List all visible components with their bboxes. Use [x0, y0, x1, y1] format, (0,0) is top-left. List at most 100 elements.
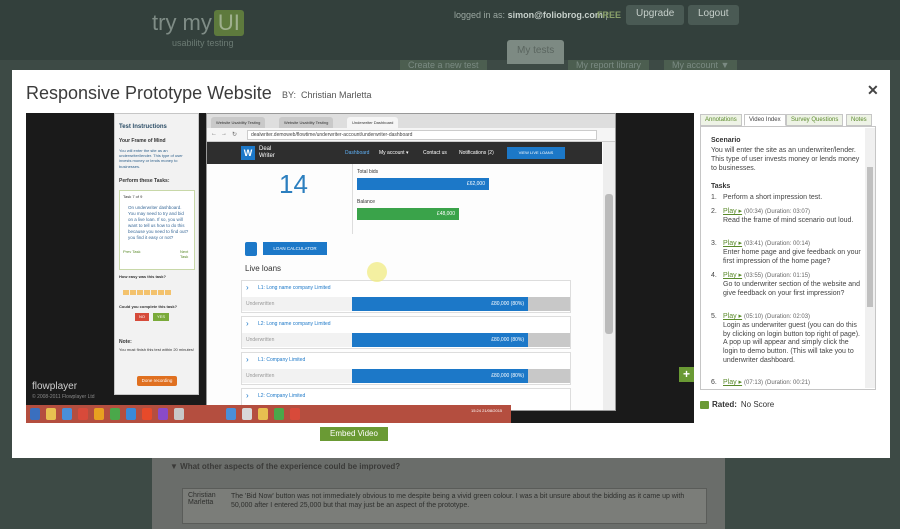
- frame-of-mind-heading: Your Frame of Mind: [119, 138, 166, 144]
- tasks-heading: Perform these Tasks:: [119, 178, 170, 184]
- play-task-link[interactable]: Play ▸: [723, 208, 742, 215]
- play-task-link[interactable]: Play ▸: [723, 379, 742, 386]
- next-task-link: Next Task: [180, 249, 189, 259]
- site-header: [0, 0, 900, 60]
- note-heading: Note:: [119, 339, 132, 345]
- loan-name: L1: Long name company Limited: [258, 285, 331, 291]
- address-bar: ← → ↻ dealwriter.demoweb/flowtime/underw…: [207, 128, 615, 142]
- browser-tab-active: Underwriter Dashboard: [347, 117, 399, 128]
- complete-heading: Could you complete this task?: [119, 304, 178, 309]
- loan-amount: £80,000 (80%): [352, 333, 528, 347]
- instructions-title: Test Instructions: [119, 124, 167, 130]
- loan-row: › L1: Company Limited Underwritten £80,0…: [241, 352, 571, 385]
- close-icon[interactable]: ✕: [867, 82, 879, 99]
- tab-notes[interactable]: Notes: [846, 114, 872, 126]
- embed-video-button[interactable]: Embed Video: [320, 427, 388, 441]
- browser-scroll-thumb: [605, 194, 613, 334]
- taskbar-app-icon: [126, 408, 136, 420]
- task-description: Read the frame of mind scenario out loud…: [723, 216, 854, 224]
- back-icon: ←: [211, 131, 217, 137]
- comment-icon: [700, 400, 709, 409]
- loan-status: Underwritten: [242, 369, 352, 383]
- stat-number: 14: [279, 169, 308, 199]
- task-description: Enter home page and give feedback on you…: [723, 248, 861, 265]
- loan-name: L2: Long name company Limited: [258, 321, 331, 327]
- loan-calculator-button: LOAN CALCULATOR: [263, 242, 327, 255]
- tab-my-tests[interactable]: My tests: [507, 40, 565, 64]
- feedback-question: ▼ What other aspects of the experience c…: [170, 462, 401, 471]
- answer-text: The 'Bid Now' button was not immediately…: [231, 493, 685, 510]
- nav-my-account: My account ▾: [379, 150, 409, 156]
- difficulty-scale: [123, 282, 183, 295]
- total-bids-label: Total bids: [357, 169, 379, 175]
- modal-title: Responsive Prototype Website: [26, 83, 272, 103]
- dealwriter-logo-text: Deal Writer: [259, 146, 275, 159]
- live-loans-title: Live loans: [245, 264, 282, 273]
- plan-badge: FREE: [597, 10, 622, 20]
- taskbar-app-icon: [174, 408, 184, 420]
- rating-value: No Score: [740, 400, 775, 409]
- play-task-link[interactable]: Play ▸: [723, 313, 742, 320]
- recorded-browser: Website Usability Testing Website Usabil…: [206, 113, 616, 411]
- rating-status: Rated: No Score: [700, 400, 774, 409]
- browser-tabbar: Website Usability Testing Website Usabil…: [207, 114, 615, 128]
- nav-notifications: Notifications (2): [459, 150, 494, 156]
- reload-icon: ↻: [232, 132, 238, 138]
- rate-heading: How easy was this task?: [119, 274, 166, 279]
- play-task-link[interactable]: Play ▸: [723, 272, 742, 279]
- loan-amount: £80,000 (80%): [352, 369, 528, 383]
- panel-scroll-thumb[interactable]: [867, 167, 873, 307]
- view-live-loans-button: VIEW LIVE LOANS: [507, 147, 565, 159]
- note-text: You must finish this test within 20 minu…: [119, 347, 194, 352]
- cursor-highlight: [367, 262, 387, 282]
- loan-amount: £80,000 (80%): [352, 297, 528, 311]
- task-description: Go to underwriter section of the website…: [723, 280, 860, 297]
- current-task-box: Task 7 of 9 On underwriter dashboard. Yo…: [119, 190, 195, 270]
- task-text: On underwriter dashboard. You may need t…: [128, 205, 189, 241]
- taskbar-app-icon: [46, 408, 56, 420]
- task-counter: Task 7 of 9: [123, 194, 143, 199]
- add-annotation-button[interactable]: +: [679, 367, 694, 382]
- browser-tab: Website Usability Testing: [211, 117, 266, 128]
- task-description: Login as underwriter guest (you can do t…: [723, 321, 860, 364]
- browser-tab: Website Usability Testing: [279, 117, 334, 128]
- feedback-answer: Christian Marletta The 'Bid Now' button …: [182, 488, 707, 524]
- scenario-heading: Scenario: [711, 137, 741, 144]
- loan-row: › L1: Long name company Limited Underwri…: [241, 280, 571, 313]
- taskbar-app-icon: [110, 408, 120, 420]
- upgrade-button[interactable]: Upgrade: [626, 5, 685, 25]
- tab-annotations[interactable]: Annotations: [700, 114, 742, 126]
- flowplayer-logo: flowplayer: [32, 381, 78, 392]
- stat-divider: [352, 164, 353, 234]
- site-logo[interactable]: try my UI: [152, 10, 244, 36]
- balance-label: Balance: [357, 199, 376, 205]
- taskbar-app-icon: [158, 408, 168, 420]
- prev-task-link: Prev Task: [123, 249, 141, 254]
- taskbar-app-icon: [258, 408, 268, 420]
- logout-button[interactable]: Logout: [688, 5, 739, 25]
- scenario-text: You will enter the site as an underwrite…: [711, 147, 860, 172]
- task-description: Perform a short impression test.: [723, 194, 823, 201]
- video-player[interactable]: flowplayer © 2008-2011 Flowplayer Ltd Te…: [26, 113, 694, 423]
- flowplayer-copyright: © 2008-2011 Flowplayer Ltd: [32, 394, 95, 400]
- tab-survey-questions[interactable]: Survey Questions: [786, 114, 844, 126]
- taskbar-app-icon: [274, 408, 284, 420]
- dealwriter-nav: W Deal Writer Dashboard My account ▾ Cont…: [207, 142, 602, 164]
- taskbar-app-icon: [242, 408, 252, 420]
- loan-name: L2: Company Limited: [258, 393, 306, 399]
- nav-dashboard: Dashboard: [345, 150, 370, 156]
- taskbar-app-icon: [78, 408, 88, 420]
- calculator-icon: [245, 242, 257, 256]
- login-status: logged in as: simon@foliobrog.com |: [454, 10, 608, 20]
- url-field: dealwriter.demoweb/flowtime/underwriter-…: [247, 130, 597, 140]
- taskbar-app-icon: [62, 408, 72, 420]
- taskbar-app-icon: [94, 408, 104, 420]
- video-index-panel: Scenario You will enter the site as an u…: [700, 126, 876, 390]
- side-panel-tabs: Annotations Video Index Survey Questions…: [700, 114, 876, 126]
- taskbar-clock: 15:24 21/08/2015: [471, 408, 503, 413]
- nav-contact: Contact us: [423, 150, 447, 156]
- frame-of-mind-text: You will enter the site as an underwrite…: [119, 148, 183, 169]
- modal-author: BY: Christian Marletta: [282, 90, 372, 100]
- play-task-link[interactable]: Play ▸: [723, 240, 742, 247]
- tab-video-index[interactable]: Video Index: [744, 114, 786, 126]
